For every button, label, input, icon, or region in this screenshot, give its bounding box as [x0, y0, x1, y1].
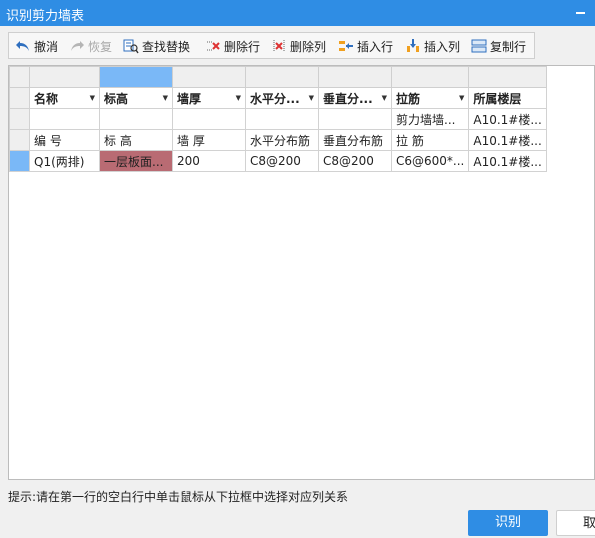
- table-cell[interactable]: [318, 108, 392, 130]
- redo-icon: [71, 41, 84, 51]
- find-replace-button[interactable]: 查找替换: [123, 36, 190, 56]
- table-row: 编 号 标 高 墙 厚 水平分布筋 垂直分布筋 拉 筋 A10.1#楼...: [9, 129, 547, 151]
- column-header[interactable]: [29, 66, 100, 88]
- insert-col-label: 插入列: [424, 39, 461, 54]
- dropdown-cell-floor[interactable]: 所属楼层: [468, 87, 547, 109]
- find-replace-label: 查找替换: [142, 39, 191, 54]
- corner-cell[interactable]: [9, 66, 30, 88]
- table-cell[interactable]: 墙 厚: [172, 129, 246, 151]
- delete-row-icon: [207, 41, 220, 51]
- table-cell[interactable]: 垂直分布筋: [318, 129, 392, 151]
- insert-col-icon: [407, 39, 419, 52]
- table-cell[interactable]: 水平分布筋: [245, 129, 319, 151]
- row-header[interactable]: [9, 108, 30, 130]
- table-cell[interactable]: C8@200: [245, 150, 319, 172]
- undo-button[interactable]: 撤消: [15, 36, 58, 56]
- column-header[interactable]: [172, 66, 246, 88]
- redo-button[interactable]: 恢复: [69, 36, 112, 56]
- table-cell[interactable]: C6@600*...: [390, 150, 470, 172]
- row-header[interactable]: [9, 87, 30, 109]
- delete-col-icon: [273, 40, 285, 52]
- dropdown-cell-tie-bar[interactable]: 拉筋 ▼: [390, 87, 470, 109]
- minimize-button[interactable]: [576, 12, 585, 14]
- title-bar: 识别剪力墙表: [0, 0, 595, 26]
- find-replace-icon: [123, 39, 139, 54]
- delete-col-label: 删除列: [290, 39, 327, 54]
- table-cell[interactable]: [172, 108, 246, 130]
- undo-icon: [16, 41, 29, 51]
- column-header[interactable]: [245, 66, 319, 88]
- row-header[interactable]: [9, 129, 30, 151]
- table-cell[interactable]: A10.1#楼...: [468, 129, 547, 151]
- cancel-button[interactable]: 取: [556, 510, 595, 536]
- table-cell[interactable]: 200: [172, 150, 246, 172]
- dropdown-cell-name[interactable]: 名称 ▼: [29, 87, 100, 109]
- dropdown-arrow-icon: ▼: [89, 94, 95, 102]
- table-cell[interactable]: 拉 筋: [390, 129, 470, 151]
- insert-col-button[interactable]: 插入列: [405, 36, 460, 56]
- recognize-button[interactable]: 识别: [468, 510, 548, 536]
- delete-col-button[interactable]: 删除列: [271, 36, 326, 56]
- column-header[interactable]: [468, 66, 547, 88]
- redo-label: 恢复: [88, 39, 113, 54]
- delete-row-button[interactable]: 删除行: [205, 36, 260, 56]
- table-cell[interactable]: [29, 108, 100, 130]
- table-cell[interactable]: 标 高: [99, 129, 173, 151]
- undo-label: 撤消: [34, 39, 59, 54]
- column-header[interactable]: [390, 66, 470, 88]
- mapping-dropdown-row: 名称 ▼ 标高 ▼ 墙厚 ▼ 水平分... ▼ 垂直分... ▼ 拉筋 ▼ 所属楼层: [9, 87, 547, 109]
- copy-row-icon: [471, 39, 487, 53]
- dropdown-arrow-icon: ▼: [458, 94, 465, 102]
- dropdown-arrow-icon: ▼: [235, 94, 241, 102]
- dropdown-cell-vertical[interactable]: 垂直分... ▼: [318, 87, 392, 109]
- hint-text: 提示:请在第一行的空白行中单击鼠标从下拉框中选择对应列关系: [8, 490, 349, 504]
- dropdown-arrow-icon: ▼: [308, 94, 314, 102]
- recognition-grid[interactable]: 名称 ▼ 标高 ▼ 墙厚 ▼ 水平分... ▼ 垂直分... ▼ 拉筋 ▼ 所属楼层 剪力墙…: [8, 65, 595, 480]
- row-header-selected[interactable]: [9, 150, 30, 172]
- dropdown-cell-thickness[interactable]: 墙厚 ▼: [172, 87, 246, 109]
- column-header-selected[interactable]: [99, 66, 173, 88]
- table-row: 剪力墙墙... A10.1#楼...: [9, 108, 547, 130]
- table-cell[interactable]: [245, 108, 319, 130]
- table-cell[interactable]: A10.1#楼...: [468, 150, 547, 172]
- window-title: 识别剪力墙表: [6, 9, 85, 24]
- table-cell-highlighted[interactable]: 一层板面...: [99, 150, 173, 172]
- dropdown-cell-elevation[interactable]: 标高 ▼: [99, 87, 173, 109]
- column-header-row: [9, 66, 547, 88]
- table-cell[interactable]: 剪力墙墙...: [390, 108, 470, 130]
- copy-row-label: 复制行: [490, 39, 527, 54]
- table-cell[interactable]: Q1(两排): [29, 150, 100, 172]
- delete-row-label: 删除行: [224, 39, 261, 54]
- insert-row-icon: [339, 41, 353, 51]
- table-cell[interactable]: 编 号: [29, 129, 100, 151]
- insert-row-label: 插入行: [357, 39, 394, 54]
- table-cell[interactable]: C8@200: [318, 150, 392, 172]
- dropdown-arrow-icon: ▼: [381, 94, 387, 102]
- dropdown-arrow-icon: ▼: [162, 94, 168, 102]
- toolbar: 撤消 恢复 查找替换 删除行 删除列 插入行 插入列 复制行: [8, 32, 535, 59]
- wall-table: 名称 ▼ 标高 ▼ 墙厚 ▼ 水平分... ▼ 垂直分... ▼ 拉筋 ▼ 所属楼层 剪力墙…: [9, 66, 547, 172]
- dropdown-cell-horizontal[interactable]: 水平分... ▼: [245, 87, 319, 109]
- table-cell[interactable]: A10.1#楼...: [468, 108, 547, 130]
- column-header[interactable]: [318, 66, 392, 88]
- table-row: Q1(两排) 一层板面... 200 C8@200 C8@200 C6@600*…: [9, 150, 547, 172]
- table-cell[interactable]: [99, 108, 173, 130]
- copy-row-button[interactable]: 复制行: [471, 36, 526, 56]
- insert-row-button[interactable]: 插入行: [338, 36, 393, 56]
